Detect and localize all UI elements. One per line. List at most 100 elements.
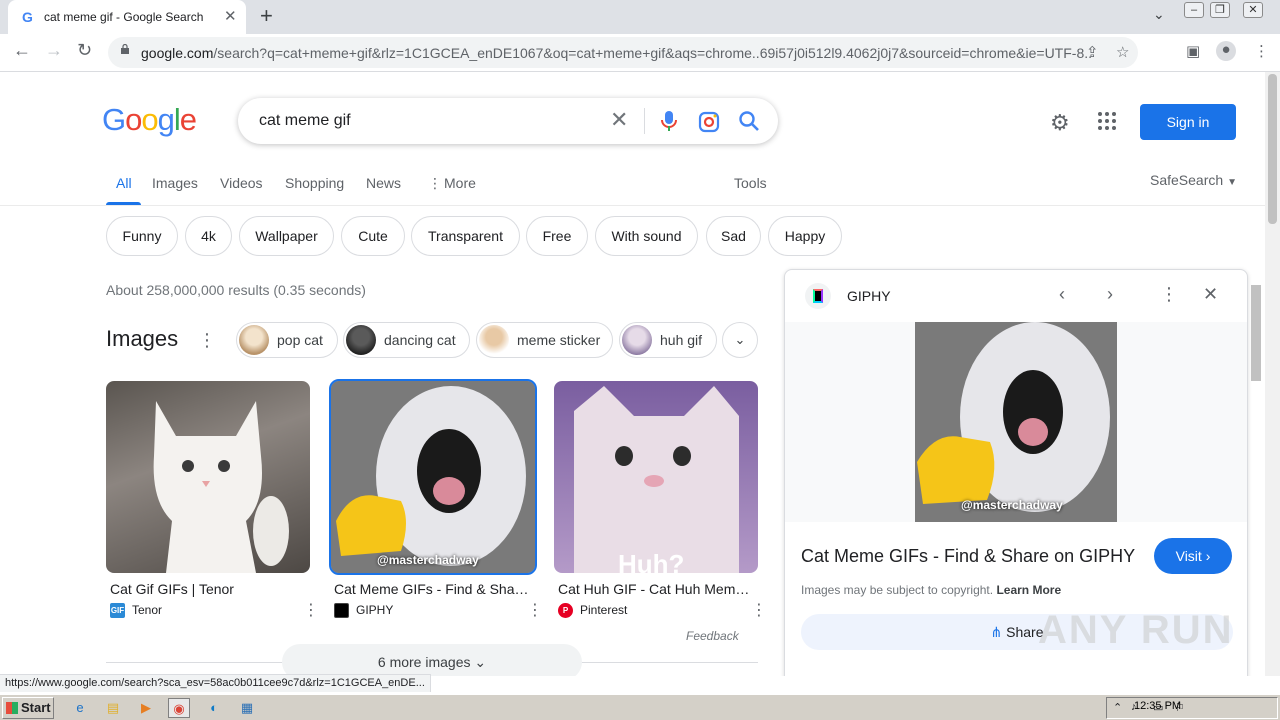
logo-letter: e bbox=[179, 102, 197, 137]
chip-sad[interactable]: Sad bbox=[706, 216, 761, 256]
related-chip-pop-cat[interactable]: pop cat bbox=[236, 322, 338, 358]
chip-funny[interactable]: Funny bbox=[106, 216, 178, 256]
related-chip-huh-gif[interactable]: huh gif bbox=[619, 322, 717, 358]
microphone-icon[interactable] bbox=[660, 110, 678, 132]
google-logo[interactable]: Google bbox=[102, 102, 197, 138]
chevron-down-icon: ⌄ bbox=[474, 654, 487, 670]
edge-icon[interactable]: ◐ bbox=[203, 698, 225, 718]
restore-icon[interactable]: ❐ bbox=[1210, 2, 1230, 18]
white-cat-image bbox=[153, 401, 289, 573]
scrollbar-thumb[interactable] bbox=[1268, 74, 1277, 224]
image-result-tenor[interactable] bbox=[106, 381, 310, 573]
side-panel-icon[interactable]: ▣ bbox=[1186, 42, 1200, 60]
safesearch-label: SafeSearch bbox=[1150, 172, 1224, 188]
card-source-giphy: GIPHY bbox=[356, 603, 394, 617]
card-source-tenor: Tenor bbox=[132, 603, 163, 617]
chip-wallpaper[interactable]: Wallpaper bbox=[239, 216, 334, 256]
pop-cat-thumbnail bbox=[239, 325, 269, 355]
more-dots-icon[interactable]: ⋮ bbox=[428, 175, 442, 192]
file-explorer-icon[interactable]: ▤ bbox=[102, 698, 124, 718]
close-tab-icon[interactable]: ✕ bbox=[224, 7, 237, 25]
chip-free[interactable]: Free bbox=[526, 216, 588, 256]
reload-icon[interactable]: ↻ bbox=[77, 40, 92, 61]
image-result-giphy[interactable]: @masterchadway bbox=[329, 379, 537, 575]
card-options-icon[interactable]: ⋮ bbox=[303, 600, 319, 620]
share-page-icon[interactable]: ⇪ bbox=[1086, 43, 1099, 61]
screaming-cat-preview-image bbox=[915, 322, 1117, 522]
search-box[interactable]: cat meme gif ✕ bbox=[238, 98, 778, 144]
settings-gear-icon[interactable]: ⚙ bbox=[1050, 110, 1070, 136]
tab-active[interactable]: G cat meme gif - Google Search ✕ bbox=[8, 0, 246, 34]
browser-menu-icon[interactable]: ⋮ bbox=[1254, 42, 1269, 60]
close-window-icon[interactable]: ✕ bbox=[1243, 2, 1263, 18]
chip-happy[interactable]: Happy bbox=[768, 216, 842, 256]
search-input[interactable]: cat meme gif bbox=[259, 112, 351, 130]
app-window-icon[interactable]: ▦ bbox=[236, 698, 258, 718]
related-chip-label: huh gif bbox=[660, 332, 703, 348]
sign-in-button[interactable]: Sign in bbox=[1140, 104, 1236, 140]
chip-cute[interactable]: Cute bbox=[341, 216, 405, 256]
lens-camera-icon[interactable] bbox=[698, 111, 720, 133]
card-title-pinterest[interactable]: Cat Huh GIF - Cat Huh Meme GIFs bbox=[558, 581, 754, 597]
clear-search-icon[interactable]: ✕ bbox=[610, 107, 628, 133]
card-title-tenor[interactable]: Cat Gif GIFs | Tenor bbox=[110, 581, 306, 597]
images-options-icon[interactable]: ⋮ bbox=[198, 330, 216, 351]
tray-expand-icon[interactable]: ⌃ bbox=[1113, 701, 1122, 714]
image-result-pinterest[interactable]: Huh? bbox=[554, 381, 758, 573]
chip-with-sound[interactable]: With sound bbox=[595, 216, 698, 256]
close-panel-icon[interactable]: ✕ bbox=[1203, 284, 1218, 305]
minimize-icon[interactable]: – bbox=[1184, 2, 1204, 18]
card-options-icon[interactable]: ⋮ bbox=[527, 600, 543, 620]
visit-button[interactable]: Visit › bbox=[1154, 538, 1232, 574]
panel-options-icon[interactable]: ⋮ bbox=[1160, 284, 1178, 305]
page-scrollbar[interactable] bbox=[1265, 72, 1280, 676]
taskbar-clock[interactable]: 12:35 PM bbox=[1134, 700, 1181, 712]
learn-more-link[interactable]: Learn More bbox=[996, 583, 1061, 597]
related-chip-label: dancing cat bbox=[384, 332, 456, 348]
tab-more[interactable]: More bbox=[444, 175, 476, 191]
tab-all[interactable]: All bbox=[116, 175, 132, 191]
search-icon[interactable] bbox=[738, 110, 760, 132]
preview-image[interactable]: @masterchadway bbox=[915, 322, 1117, 522]
preview-title[interactable]: Cat Meme GIFs - Find & Share on GIPHY bbox=[801, 546, 1135, 567]
tab-images[interactable]: Images bbox=[152, 175, 198, 191]
new-tab-button[interactable]: + bbox=[260, 3, 273, 29]
start-button[interactable]: Start bbox=[2, 697, 54, 719]
related-chip-meme-sticker[interactable]: meme sticker bbox=[476, 322, 613, 358]
media-player-icon[interactable]: ▶ bbox=[135, 698, 157, 718]
windows-taskbar: Start e ▤ ▶ ◉ ◐ ▦ ⌃ ♪ ▭ ⚐ 12:35 PM bbox=[0, 694, 1280, 720]
tab-videos[interactable]: Videos bbox=[220, 175, 263, 191]
next-arrow-icon[interactable]: › bbox=[1107, 284, 1113, 305]
feedback-link[interactable]: Feedback bbox=[686, 629, 739, 643]
related-chip-dancing-cat[interactable]: dancing cat bbox=[343, 322, 470, 358]
google-apps-grid-icon[interactable] bbox=[1098, 112, 1116, 130]
huh-cat-image bbox=[574, 386, 739, 573]
browser-toolbar: ← → ↻ google.com/search?q=cat+meme+gif&r… bbox=[0, 34, 1280, 72]
profile-avatar-icon[interactable]: ● bbox=[1216, 41, 1236, 61]
more-images-button[interactable]: 6 more images ⌄ bbox=[282, 644, 582, 676]
giphy-logo-icon bbox=[805, 283, 831, 309]
related-chip-label: meme sticker bbox=[517, 332, 601, 348]
safesearch-dropdown[interactable]: SafeSearch ▼ bbox=[1150, 172, 1237, 188]
logo-letter: o bbox=[125, 102, 142, 137]
card-options-icon[interactable]: ⋮ bbox=[751, 600, 767, 620]
tools-button[interactable]: Tools bbox=[734, 175, 767, 191]
forward-arrow-icon[interactable]: → bbox=[45, 40, 63, 61]
share-icon: ⋔ bbox=[990, 624, 1003, 640]
back-arrow-icon[interactable]: ← bbox=[13, 40, 31, 61]
more-related-chevron-icon[interactable]: ⌄ bbox=[722, 322, 758, 358]
tab-search-chevron-icon[interactable]: ⌄ bbox=[1153, 6, 1165, 23]
previous-arrow-icon[interactable]: ‹ bbox=[1059, 284, 1065, 305]
panel-scrollbar[interactable] bbox=[1250, 269, 1262, 693]
panel-source-name[interactable]: GIPHY bbox=[847, 288, 891, 304]
bookmark-star-icon[interactable]: ☆ bbox=[1116, 43, 1129, 61]
chip-4k[interactable]: 4k bbox=[185, 216, 232, 256]
card-title-giphy[interactable]: Cat Meme GIFs - Find & Share on GIPHY bbox=[334, 581, 530, 597]
chip-transparent[interactable]: Transparent bbox=[411, 216, 520, 256]
tab-shopping[interactable]: Shopping bbox=[285, 175, 344, 191]
chrome-taskbar-icon[interactable]: ◉ bbox=[168, 698, 190, 718]
giphy-favicon-icon bbox=[334, 603, 349, 618]
tab-news[interactable]: News bbox=[366, 175, 401, 191]
internet-explorer-icon[interactable]: e bbox=[69, 698, 91, 718]
address-bar[interactable]: google.com/search?q=cat+meme+gif&rlz=1C1… bbox=[108, 37, 1138, 68]
